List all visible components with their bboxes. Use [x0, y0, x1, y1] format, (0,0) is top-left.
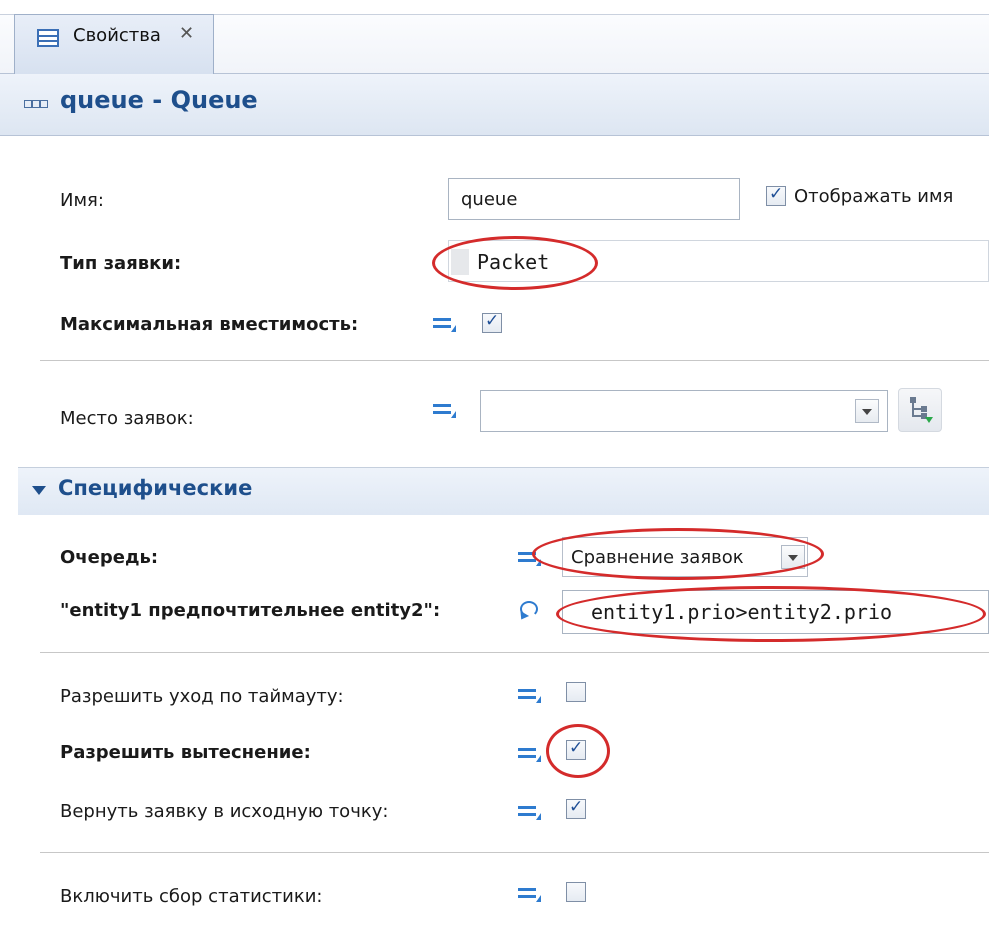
static-value-equals-icon[interactable]: [433, 314, 459, 334]
entity-place-dropdown[interactable]: [480, 390, 888, 432]
static-value-equals-icon[interactable]: [518, 744, 544, 764]
return-entity-label: Вернуть заявку в исходную точку:: [60, 801, 389, 822]
show-name-checkbox[interactable]: [766, 184, 786, 206]
divider: [40, 360, 989, 361]
priority-compare-label: "entity1 предпочтительнее entity2":: [60, 600, 441, 621]
allow-timeout-label: Разрешить уход по таймауту:: [60, 686, 344, 707]
name-input[interactable]: queue: [448, 178, 740, 220]
enable-statistics-checkbox[interactable]: [566, 882, 586, 902]
properties-header: queue - Queue: [0, 74, 989, 136]
allow-timeout-checkbox[interactable]: [566, 682, 586, 702]
static-value-equals-icon[interactable]: [518, 802, 544, 822]
select-tree-icon: [910, 397, 933, 423]
select-tree-button[interactable]: [898, 388, 942, 432]
chevron-down-icon[interactable]: [32, 486, 46, 495]
static-value-equals-icon[interactable]: [433, 400, 459, 420]
enable-statistics-label: Включить сбор статистики:: [60, 886, 323, 907]
highlight-oval: [432, 236, 598, 290]
dynamic-expression-icon[interactable]: [518, 600, 544, 622]
window-top-strip: [0, 0, 989, 14]
name-label: Имя:: [60, 190, 104, 211]
name-value: queue: [461, 189, 518, 210]
tab-label: Свойства: [73, 25, 161, 46]
allow-preemption-label: Разрешить вытеснение:: [60, 742, 311, 763]
return-entity-checkbox[interactable]: [566, 797, 586, 819]
static-value-equals-icon[interactable]: [518, 685, 544, 705]
tab-properties[interactable]: Свойства ✕: [14, 14, 214, 74]
static-value-equals-icon[interactable]: [518, 884, 544, 904]
close-icon[interactable]: ✕: [179, 23, 194, 44]
max-capacity-label: Максимальная вместимость:: [60, 314, 359, 335]
entity-type-label: Тип заявки:: [60, 253, 182, 274]
max-capacity-checkbox[interactable]: [482, 311, 502, 333]
chevron-down-icon[interactable]: [855, 399, 879, 423]
divider: [40, 852, 989, 853]
queue-block-icon: [24, 97, 50, 111]
page-title: queue - Queue: [60, 86, 258, 114]
entity-place-label: Место заявок:: [60, 408, 194, 429]
highlight-oval: [532, 528, 824, 580]
queue-label: Очередь:: [60, 547, 159, 568]
section-title: Специфические: [58, 476, 253, 500]
highlight-oval: [556, 586, 986, 642]
properties-table-icon: [37, 29, 59, 47]
divider: [40, 652, 989, 653]
highlight-oval: [546, 724, 610, 778]
show-name-label: Отображать имя: [794, 186, 954, 207]
